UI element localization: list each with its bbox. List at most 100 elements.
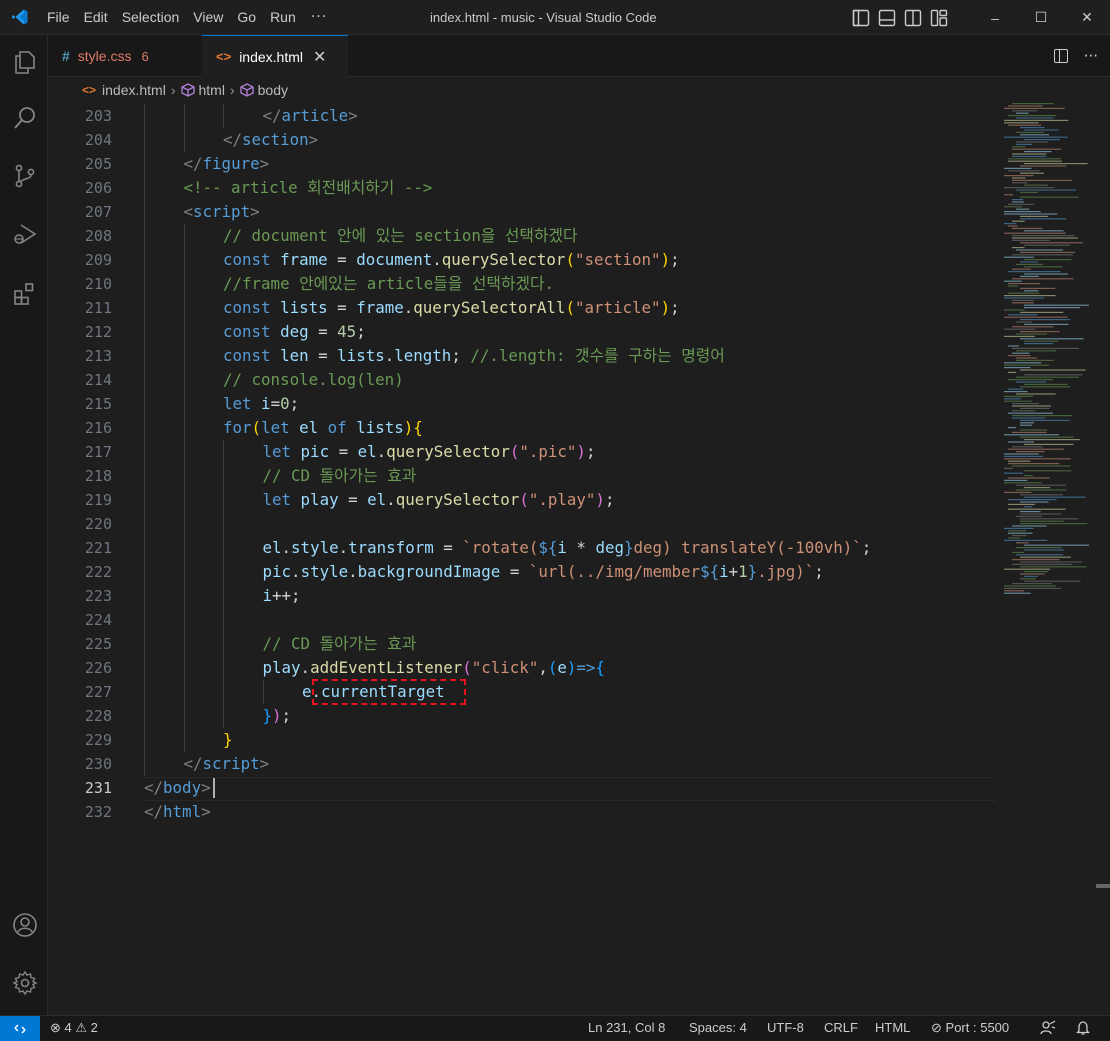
eol-setting[interactable]: CRLF	[824, 1016, 858, 1040]
explorer-icon[interactable]	[12, 49, 38, 75]
code-line[interactable]: 211 const lists = frame.querySelectorAll(…	[48, 296, 998, 320]
line-number[interactable]: 209	[64, 248, 112, 272]
code-line[interactable]: 228});	[48, 704, 998, 728]
code-line[interactable]: 225 // CD 돌아가는 효과	[48, 632, 998, 656]
menu-run[interactable]: Run	[263, 0, 303, 35]
code-line[interactable]: 223 i++;	[48, 584, 998, 608]
code-line[interactable]: 226 play.addEventListener("click",(e)=>{	[48, 656, 998, 680]
code-line[interactable]: 209 const frame = document.querySelector(…	[48, 248, 998, 272]
code-line[interactable]: 216 for(let el of lists){	[48, 416, 998, 440]
code-line[interactable]: 217 let pic = el.querySelector(".pic");	[48, 440, 998, 464]
source-control-icon[interactable]	[12, 163, 38, 189]
line-number[interactable]: 213	[64, 344, 112, 368]
code-line[interactable]: 207 <script>	[48, 200, 998, 224]
code-line[interactable]: 212 const deg = 45;	[48, 320, 998, 344]
code-line[interactable]: 227 e.currentTarget	[48, 680, 998, 704]
split-editor-icon[interactable]	[1053, 49, 1068, 63]
line-number[interactable]: 210	[64, 272, 112, 296]
code-line[interactable]: 224	[48, 608, 998, 632]
scrollbar-thumb[interactable]	[1096, 884, 1110, 888]
indentation-setting[interactable]: Spaces: 4	[689, 1016, 747, 1040]
live-server-port[interactable]: ⊘ Port : 5500	[931, 1016, 1009, 1040]
line-number[interactable]: 212	[64, 320, 112, 344]
maximize-button[interactable]: ☐	[1018, 0, 1064, 35]
line-number[interactable]: 214	[64, 368, 112, 392]
code-line[interactable]: 230 </script>	[48, 752, 998, 776]
line-number[interactable]: 226	[64, 656, 112, 680]
notifications-bell-icon[interactable]	[1076, 1020, 1090, 1036]
line-number[interactable]: 223	[64, 584, 112, 608]
minimize-button[interactable]: –	[972, 0, 1018, 35]
tab-style-css[interactable]: # style.css 6	[62, 35, 202, 77]
line-number[interactable]: 230	[64, 752, 112, 776]
code-line[interactable]: 215 let i=0;	[48, 392, 998, 416]
line-number[interactable]: 222	[64, 560, 112, 584]
line-number[interactable]: 221	[64, 536, 112, 560]
code-line[interactable]: 203 </article>	[48, 104, 998, 128]
code-line[interactable]: 218 // CD 돌아가는 효과	[48, 464, 998, 488]
line-number[interactable]: 206	[64, 176, 112, 200]
code-line[interactable]: 229}	[48, 728, 998, 752]
code-line[interactable]: 214 // console.log(len)	[48, 368, 998, 392]
menu-view[interactable]: View	[186, 0, 230, 35]
menu-edit[interactable]: Edit	[77, 0, 115, 35]
breadcrumb-body[interactable]: body	[258, 82, 288, 98]
line-number[interactable]: 231	[64, 776, 112, 800]
line-number[interactable]: 216	[64, 416, 112, 440]
more-actions-button[interactable]: ···	[1084, 47, 1098, 65]
code-line[interactable]: 213 const len = lists.length; //.length: …	[48, 344, 998, 368]
minimap[interactable]	[1000, 103, 1096, 703]
menu-go[interactable]: Go	[230, 0, 263, 35]
line-number[interactable]: 219	[64, 488, 112, 512]
code-line[interactable]: 222 pic.style.backgroundImage = `url(../i…	[48, 560, 998, 584]
code-line[interactable]: 208 // document 안에 있는 section을 선택하겠다	[48, 224, 998, 248]
code-line[interactable]: 205 </figure>	[48, 152, 998, 176]
line-number[interactable]: 203	[64, 104, 112, 128]
line-number[interactable]: 218	[64, 464, 112, 488]
toggle-primary-sidebar-icon[interactable]	[852, 9, 870, 27]
menu-file[interactable]: File	[40, 0, 77, 35]
line-number[interactable]: 232	[64, 800, 112, 824]
line-number[interactable]: 208	[64, 224, 112, 248]
problems-indicator[interactable]: ⊗ 4 ⚠ 2	[50, 1016, 98, 1040]
line-number[interactable]: 228	[64, 704, 112, 728]
code-line[interactable]: 210 //frame 안에있는 article들을 선택하겠다.	[48, 272, 998, 296]
line-number[interactable]: 220	[64, 512, 112, 536]
line-number[interactable]: 225	[64, 632, 112, 656]
line-number[interactable]: 229	[64, 728, 112, 752]
menu-more-button[interactable]: ···	[303, 9, 339, 25]
code-line[interactable]: 221 el.style.transform = `rotate(${i * de…	[48, 536, 998, 560]
code-line[interactable]: 220	[48, 512, 998, 536]
account-icon[interactable]	[12, 912, 38, 938]
line-number[interactable]: 217	[64, 440, 112, 464]
line-number[interactable]: 211	[64, 296, 112, 320]
cursor-position[interactable]: Ln 231, Col 8	[588, 1016, 665, 1040]
breadcrumb-html[interactable]: html	[199, 82, 225, 98]
editor-scrollbar[interactable]	[1096, 103, 1110, 1015]
breadcrumb-file[interactable]: index.html	[102, 82, 166, 98]
line-number[interactable]: 227	[64, 680, 112, 704]
extensions-icon[interactable]	[12, 281, 38, 307]
line-number[interactable]: 207	[64, 200, 112, 224]
code-line[interactable]: 204 </section>	[48, 128, 998, 152]
line-number[interactable]: 215	[64, 392, 112, 416]
run-debug-icon[interactable]	[12, 221, 38, 247]
line-number[interactable]: 205	[64, 152, 112, 176]
line-number[interactable]: 204	[64, 128, 112, 152]
encoding-setting[interactable]: UTF-8	[767, 1016, 804, 1040]
tab-index-html[interactable]: <> index.html ✕	[202, 35, 348, 77]
menu-selection[interactable]: Selection	[115, 0, 187, 35]
toggle-panel-icon[interactable]	[878, 9, 896, 27]
accounts-feedback-icon[interactable]	[1040, 1020, 1056, 1036]
code-line[interactable]: 219 let play = el.querySelector(".play");	[48, 488, 998, 512]
close-window-button[interactable]: ✕	[1064, 0, 1110, 35]
code-line[interactable]: 206 <!-- article 회전배치하기 -->	[48, 176, 998, 200]
code-editor[interactable]: 203 </article> 204 </section> 205 </figure> 20…	[48, 103, 998, 1015]
line-number[interactable]: 224	[64, 608, 112, 632]
toggle-secondary-sidebar-icon[interactable]	[904, 9, 922, 27]
search-icon[interactable]	[12, 105, 38, 131]
close-tab-icon[interactable]: ✕	[313, 47, 326, 67]
language-mode[interactable]: HTML	[875, 1016, 910, 1040]
code-line[interactable]: 232 </html>	[48, 800, 998, 824]
customize-layout-icon[interactable]	[930, 9, 948, 27]
